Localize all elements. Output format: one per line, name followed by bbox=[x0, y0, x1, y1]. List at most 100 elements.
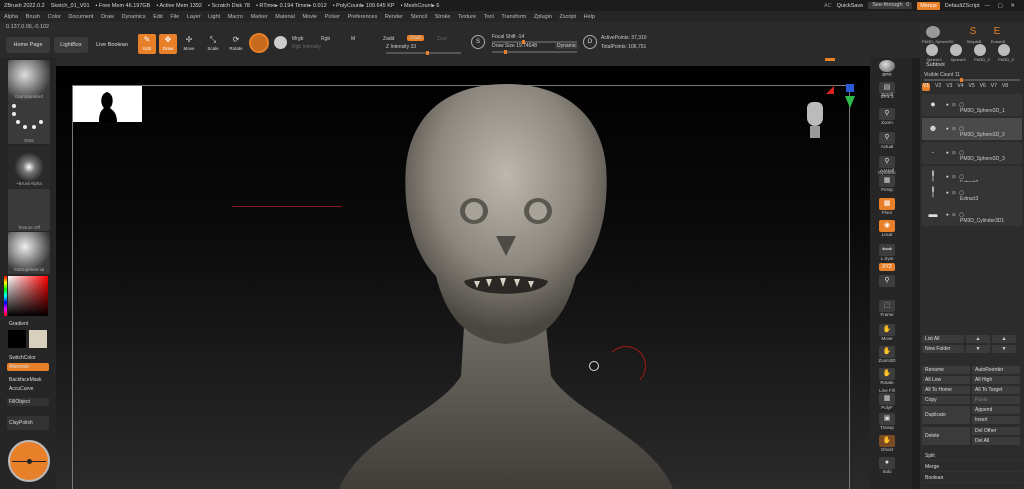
dynamic-toggle[interactable]: Dynamic bbox=[555, 43, 579, 49]
rotate-mode-button[interactable]: ⟳ Rotate bbox=[227, 34, 245, 54]
tool-thumb-5[interactable]: Sphere3 bbox=[946, 44, 968, 64]
menu-light[interactable]: Light bbox=[208, 14, 220, 20]
tool-thumb-6[interactable]: PM3D_S bbox=[970, 44, 992, 64]
subtool-item-active[interactable]: ☻ ● ⊙ ◯ PM3D_Sphere3D_2 bbox=[922, 118, 1022, 140]
menu-picker[interactable]: Picker bbox=[325, 14, 340, 20]
accucurve-button[interactable]: AccuCurve bbox=[7, 385, 49, 393]
menu-macro[interactable]: Macro bbox=[228, 14, 243, 20]
lsym-button[interactable]: ⟺ L.Sym bbox=[876, 244, 898, 264]
mrgb-toggle[interactable]: Mrgb bbox=[292, 36, 303, 42]
window-controls[interactable]: — ▢ ✕ bbox=[985, 3, 1018, 9]
menu-transform[interactable]: Transform bbox=[501, 14, 526, 20]
tool-thumb-1[interactable]: PM3D_Sphere3D bbox=[922, 26, 953, 46]
m-toggle[interactable]: M bbox=[351, 36, 355, 42]
transp-button[interactable]: ▣ Transp bbox=[876, 413, 898, 433]
menu-brush[interactable]: Brush bbox=[26, 14, 40, 20]
see-through-slider[interactable]: See-through 0 bbox=[868, 2, 913, 9]
scale-mode-button[interactable]: ⤡ Scale bbox=[204, 34, 222, 54]
tool-thumb-3[interactable]: E EraserB bbox=[986, 26, 1008, 46]
canvas-viewport[interactable] bbox=[56, 66, 870, 489]
zsub-toggle[interactable]: Zsub bbox=[407, 35, 425, 41]
frame-button[interactable]: ⬚ Frame bbox=[876, 300, 898, 320]
sculpt-model[interactable] bbox=[296, 76, 716, 489]
rotation-axis-button[interactable]: ⚲ bbox=[876, 275, 898, 289]
z-intensity-track[interactable] bbox=[386, 51, 461, 55]
menu-draw[interactable]: Draw bbox=[101, 14, 114, 20]
defaultzscript-button[interactable]: DefaultZScript bbox=[945, 3, 980, 9]
menu-edit[interactable]: Edit bbox=[153, 14, 162, 20]
all-high-button[interactable]: All High bbox=[972, 376, 1020, 384]
menu-movie[interactable]: Movie bbox=[302, 14, 317, 20]
secondary-color-swatch[interactable] bbox=[29, 330, 47, 348]
boolean-menu[interactable]: Boolean bbox=[922, 474, 1022, 483]
delete-button[interactable]: Delete bbox=[922, 427, 970, 445]
copy-button[interactable]: Copy bbox=[922, 396, 970, 404]
fillobject-button[interactable]: FillObject bbox=[7, 398, 49, 406]
menu-alpha[interactable]: Alpha bbox=[4, 14, 18, 20]
menu-stencil[interactable]: Stencil bbox=[410, 14, 427, 20]
vset-3[interactable]: V3 bbox=[946, 83, 952, 91]
del-other-button[interactable]: Del Other bbox=[972, 427, 1020, 435]
zadd-toggle[interactable]: Zadd bbox=[383, 36, 394, 42]
switchcolor-button[interactable]: SwitchColor bbox=[7, 354, 49, 362]
menu-document[interactable]: Document bbox=[68, 14, 93, 20]
draw-size-slider[interactable]: Draw Size 19.74648 bbox=[492, 43, 537, 49]
split-menu[interactable]: Split bbox=[922, 452, 1022, 461]
edit-mode-button[interactable]: ✎ Edit bbox=[138, 34, 156, 54]
vset-5[interactable]: V5 bbox=[969, 83, 975, 91]
ghost-button[interactable]: ✋ Ghost bbox=[876, 435, 898, 455]
menu-render[interactable]: Render bbox=[385, 14, 403, 20]
new-folder-button[interactable]: New Folder bbox=[922, 345, 964, 353]
menu-texture[interactable]: Texture bbox=[458, 14, 476, 20]
live-boolean-button[interactable]: Live Boolean bbox=[92, 37, 132, 53]
del-all-button[interactable]: Del All bbox=[972, 437, 1020, 445]
menu-material[interactable]: Material bbox=[275, 14, 295, 20]
persp-button[interactable]: Dynamic ▦ Persp bbox=[876, 170, 898, 192]
polyf-button[interactable]: Line Fill ▦ PolyF bbox=[876, 388, 898, 410]
local-button[interactable]: ◉ Local bbox=[876, 220, 898, 240]
xyz-button[interactable]: XYZ bbox=[876, 263, 898, 273]
tray-scrollbar[interactable] bbox=[912, 58, 920, 489]
append-button[interactable]: Append bbox=[972, 406, 1020, 414]
menu-preferences[interactable]: Preferences bbox=[348, 14, 378, 20]
menu-marker[interactable]: Marker bbox=[251, 14, 268, 20]
orientation-head-icon[interactable] bbox=[804, 98, 828, 148]
subtool-item[interactable]: ╿ ● ⊙ ◯ Extract3 bbox=[922, 182, 1022, 204]
move-view-button[interactable]: ✋ Move bbox=[876, 324, 898, 344]
all-to-target-button[interactable]: All To Target bbox=[972, 386, 1020, 394]
scroll-button[interactable]: Scroll bbox=[876, 92, 898, 104]
floor-button[interactable]: ▦ Floor bbox=[876, 198, 898, 218]
actual-button[interactable]: ⚲ Actual bbox=[876, 132, 898, 152]
move-down-folder-button[interactable]: ▼ bbox=[992, 345, 1016, 353]
subtool-item[interactable]: ● ● ⊙ ◯ PM3D_Sphere3D_1 bbox=[922, 94, 1022, 116]
claypolish-button[interactable]: ClayPolish bbox=[7, 416, 49, 430]
focal-shift-slider[interactable]: Focal Shift -14 bbox=[492, 34, 524, 40]
merge-menu[interactable]: Merge bbox=[922, 463, 1022, 472]
duplicate-button[interactable]: Duplicate bbox=[922, 406, 970, 424]
draw-mode-button[interactable]: ✥ Draw bbox=[159, 34, 177, 54]
zoom-button[interactable]: ⚲ Zoom bbox=[876, 108, 898, 128]
vset-8[interactable]: V8 bbox=[1002, 83, 1008, 91]
quicksave-button[interactable]: QuickSave bbox=[837, 3, 864, 9]
bpr-button[interactable]: BPR bbox=[876, 60, 898, 80]
rename-button[interactable]: Rename bbox=[922, 366, 970, 374]
vset-1[interactable]: V1 bbox=[922, 83, 931, 91]
navigation-sphere[interactable] bbox=[8, 440, 50, 482]
zoom3d-button[interactable]: ✋ Zoom3D bbox=[876, 346, 898, 366]
menu-zplugin[interactable]: Zplugin bbox=[534, 14, 552, 20]
vset-2[interactable]: V2 bbox=[935, 83, 941, 91]
tool-thumb-4[interactable]: Sphere3 bbox=[922, 44, 944, 64]
vset-6[interactable]: V6 bbox=[980, 83, 986, 91]
reference-image[interactable] bbox=[73, 86, 142, 122]
rgb-intensity-slider[interactable]: Rgb Intensity bbox=[292, 44, 321, 50]
vset-4[interactable]: V4 bbox=[957, 83, 963, 91]
solo-button[interactable]: ● Solo bbox=[876, 457, 898, 477]
menu-file[interactable]: File bbox=[170, 14, 179, 20]
menu-help[interactable]: Help bbox=[584, 14, 595, 20]
menu-stroke[interactable]: Stroke bbox=[435, 14, 451, 20]
lightbox-button[interactable]: LightBox bbox=[54, 37, 88, 53]
subtool-title[interactable]: Subtool bbox=[926, 62, 945, 68]
zcut-toggle[interactable]: Zcut bbox=[437, 36, 447, 42]
s-icon[interactable]: S bbox=[471, 35, 485, 49]
main-color-swatch[interactable] bbox=[8, 330, 26, 348]
